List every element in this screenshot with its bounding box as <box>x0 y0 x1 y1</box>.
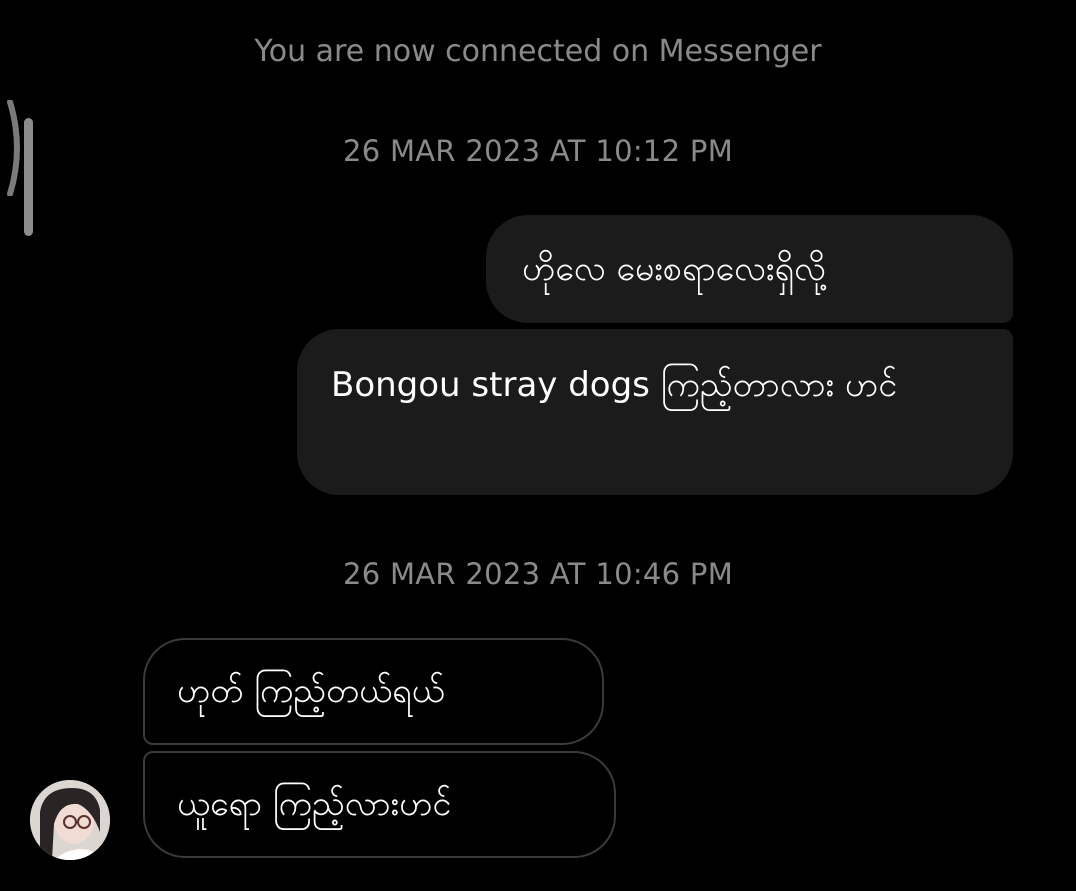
message-timestamp: 26 MAR 2023 AT 10:12 PM <box>342 134 734 168</box>
received-message-bubble[interactable]: ဟုတ် ကြည့်တယ်ရယ် <box>143 638 604 745</box>
avatar[interactable] <box>30 780 110 860</box>
message-text: ယူရော ကြည့်လားဟင် <box>177 784 452 824</box>
message-timestamp: 26 MAR 2023 AT 10:46 PM <box>342 557 734 591</box>
profile-photo-icon <box>30 780 110 860</box>
sent-message-bubble[interactable]: ဟိုလေ မေးစရာလေးရှိလို့ <box>486 215 1013 323</box>
message-text: Bongou stray dogs ကြည့်တာလား ဟင် <box>331 365 898 405</box>
received-message-bubble[interactable]: ယူရော ကြည့်လားဟင် <box>143 751 616 858</box>
message-text: ဟုတ် ကြည့်တယ်ရယ် <box>177 671 445 711</box>
sent-message-bubble[interactable]: Bongou stray dogs ကြည့်တာလား ဟင် <box>297 329 1013 495</box>
message-text: ဟိုလေ မေးစရာလေးရှိလို့ <box>522 249 826 289</box>
connected-notice: You are now connected on Messenger <box>254 34 822 69</box>
